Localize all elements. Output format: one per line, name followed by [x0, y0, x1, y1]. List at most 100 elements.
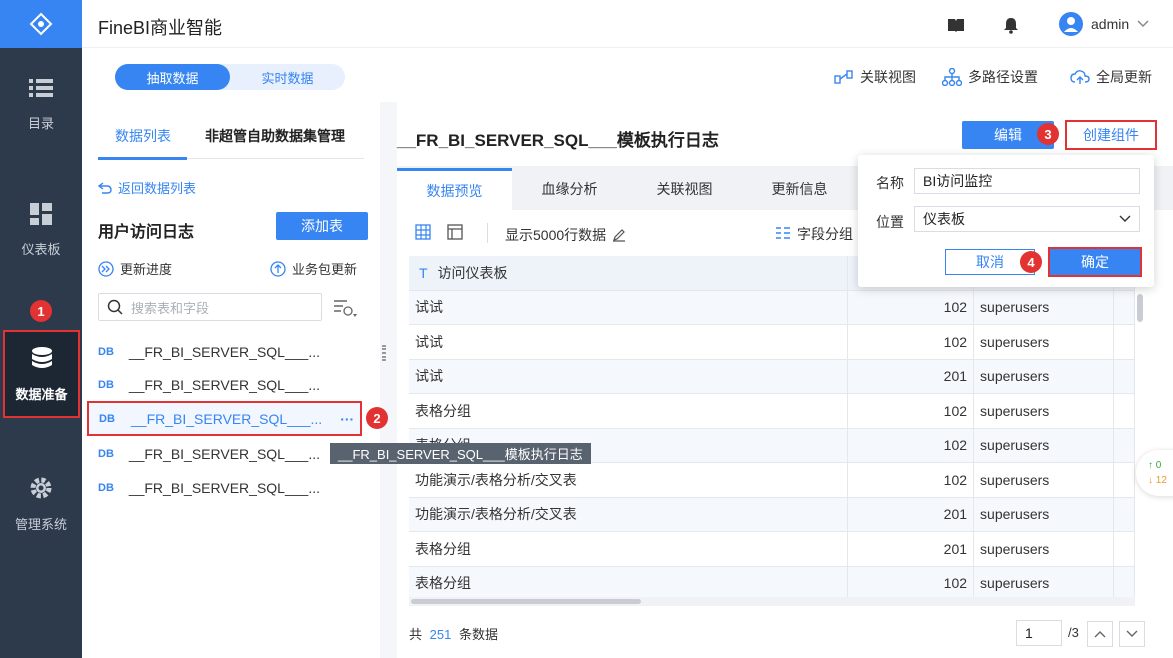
multipath-label: 多路径设置 — [968, 69, 1038, 85]
mode-switch: 抽取数据 实时数据 — [115, 64, 345, 90]
table-row: 表格分组102superusers — [409, 393, 1136, 429]
list-icon — [29, 78, 53, 97]
table-cell — [1113, 531, 1136, 567]
table-cell — [1113, 462, 1136, 498]
global-update-label: 全局更新 — [1096, 69, 1152, 85]
list-item-label: __FR_BI_SERVER_SQL___... — [128, 480, 320, 496]
tab-realtime-data[interactable]: 实时数据 — [230, 64, 345, 90]
username[interactable]: admin — [1091, 16, 1129, 32]
back-to-list-link[interactable]: 返回数据列表 — [98, 178, 196, 197]
list-item-label: __FR_BI_SERVER_SQL___... — [131, 410, 323, 427]
next-page-button[interactable] — [1119, 621, 1145, 647]
filter-settings-icon[interactable] — [333, 299, 359, 319]
chevron-up-icon — [1094, 631, 1106, 638]
field-group-label: 字段分组 — [797, 226, 853, 242]
bell-icon[interactable] — [1002, 16, 1020, 34]
prev-page-button[interactable] — [1087, 621, 1113, 647]
package-update-button[interactable]: 业务包更新 — [270, 259, 357, 278]
list-item-label: __FR_BI_SERVER_SQL___... — [128, 377, 320, 393]
nav-item-catalog[interactable]: 目录 — [0, 60, 82, 148]
list-item[interactable]: DB __FR_BI_SERVER_SQL___... — [98, 368, 320, 402]
search-icon — [107, 299, 123, 315]
hierarchy-icon — [942, 68, 962, 86]
gear-icon — [30, 477, 52, 498]
pencil-icon — [613, 229, 626, 242]
search-input[interactable]: 搜索表和字段 — [131, 298, 209, 317]
more-icon[interactable]: ··· — [340, 411, 354, 427]
list-item[interactable]: DB __FR_BI_SERVER_SQL___... — [98, 335, 320, 369]
column-header[interactable]: T 访问仪表板 — [409, 256, 849, 291]
nav-label: 目录 — [27, 115, 54, 131]
table-cell: 功能演示/表格分析/交叉表 — [409, 462, 849, 498]
table-cell: 试试 — [409, 290, 849, 325]
cloud-refresh-icon — [1070, 70, 1090, 84]
layout-icon[interactable] — [447, 224, 463, 240]
table-cell: superusers — [973, 393, 1114, 429]
add-table-button[interactable]: 添加表 — [276, 212, 368, 240]
tab-data-list[interactable]: 数据列表 — [115, 126, 171, 146]
show-rows-control[interactable]: 显示5000行数据 — [505, 225, 626, 245]
table-cell: superusers — [973, 324, 1114, 360]
nav-item-admin[interactable]: 管理系统 — [0, 460, 82, 548]
tab-dataset-manage[interactable]: 非超管自助数据集管理 — [205, 126, 345, 146]
position-label: 位置 — [876, 214, 904, 230]
table-cell — [1113, 497, 1136, 532]
splitter-handle[interactable] — [382, 345, 386, 361]
tab-lineage[interactable]: 血缘分析 — [512, 168, 627, 210]
download-speed: ↓ 12 — [1148, 475, 1167, 486]
nav-label: 仪表板 — [21, 241, 61, 257]
grid-view-icon[interactable] — [415, 224, 431, 240]
table-row: 试试 102 superusers — [409, 324, 1136, 360]
logo-icon — [29, 12, 53, 36]
table-cell: 试试 — [409, 324, 849, 360]
nav-item-data-prep[interactable]: 数据准备 — [3, 330, 80, 418]
list-item[interactable]: DB __FR_BI_SERVER_SQL___... — [98, 471, 320, 505]
field-group-button[interactable]: 字段分组 — [775, 224, 853, 244]
divider — [487, 223, 488, 243]
position-select[interactable]: 仪表板 — [914, 206, 1140, 232]
vertical-scrollbar[interactable] — [1137, 294, 1143, 322]
relation-view-button[interactable]: 关联视图 — [834, 67, 916, 87]
table-cell: 表格分组 — [409, 531, 849, 567]
multipath-button[interactable]: 多路径设置 — [942, 67, 1038, 87]
chevron-down-icon[interactable] — [1137, 19, 1149, 29]
table-cell: 102 — [847, 324, 975, 360]
create-component-button[interactable]: 创建组件 — [1065, 120, 1157, 150]
table-cell: superusers — [973, 531, 1114, 567]
table-cell: superusers — [973, 462, 1114, 498]
name-input[interactable]: BI访问监控 — [914, 168, 1140, 194]
update-progress-button[interactable]: 更新进度 — [98, 259, 172, 278]
tab-relation-view[interactable]: 关联视图 — [627, 168, 742, 210]
tooltip: __FR_BI_SERVER_SQL___模板执行日志 — [330, 443, 591, 464]
table-cell: 表格分组 — [409, 393, 849, 429]
horizontal-scrollbar[interactable] — [411, 599, 641, 604]
list-item-label: __FR_BI_SERVER_SQL___... — [128, 446, 320, 462]
table-cell — [1113, 359, 1136, 394]
db-icon: DB — [98, 448, 114, 460]
tab-data-preview[interactable]: 数据预览 — [397, 168, 512, 210]
progress-icon — [98, 260, 114, 277]
list-item[interactable]: DB __FR_BI_SERVER_SQL___... — [98, 437, 320, 471]
chevron-down-icon — [1126, 630, 1138, 637]
book-icon[interactable] — [947, 16, 965, 34]
table-row: 试试 201 superusers — [409, 359, 1136, 394]
table-cell — [1113, 566, 1136, 601]
user-icon — [1064, 17, 1078, 32]
nav-item-dashboard[interactable]: 仪表板 — [0, 186, 82, 274]
table-cell: 201 — [847, 497, 975, 532]
app-logo[interactable] — [0, 0, 82, 48]
list-item-selected[interactable]: DB __FR_BI_SERVER_SQL___... ··· — [87, 401, 362, 436]
table-row: 试试 102 superusers — [409, 290, 1136, 325]
search-box[interactable]: 搜索表和字段 — [98, 293, 322, 321]
avatar[interactable] — [1059, 12, 1083, 36]
confirm-button[interactable]: 确定 — [1048, 247, 1142, 277]
create-component-popup: 名称 BI访问监控 位置 仪表板 取消 4 确定 — [858, 155, 1154, 287]
tab-extract-data[interactable]: 抽取数据 — [115, 64, 230, 90]
row-count-suffix: 条数据 — [458, 627, 498, 642]
toolbar: 抽取数据 实时数据 关联视图 多路径设置 全局更新 — [82, 48, 1173, 102]
tab-update-info[interactable]: 更新信息 — [742, 168, 857, 210]
global-update-button[interactable]: 全局更新 — [1070, 67, 1152, 87]
annotation-badge-1: 1 — [30, 300, 52, 322]
table-cell: superusers — [973, 497, 1114, 532]
page-input[interactable]: 1 — [1016, 620, 1062, 646]
